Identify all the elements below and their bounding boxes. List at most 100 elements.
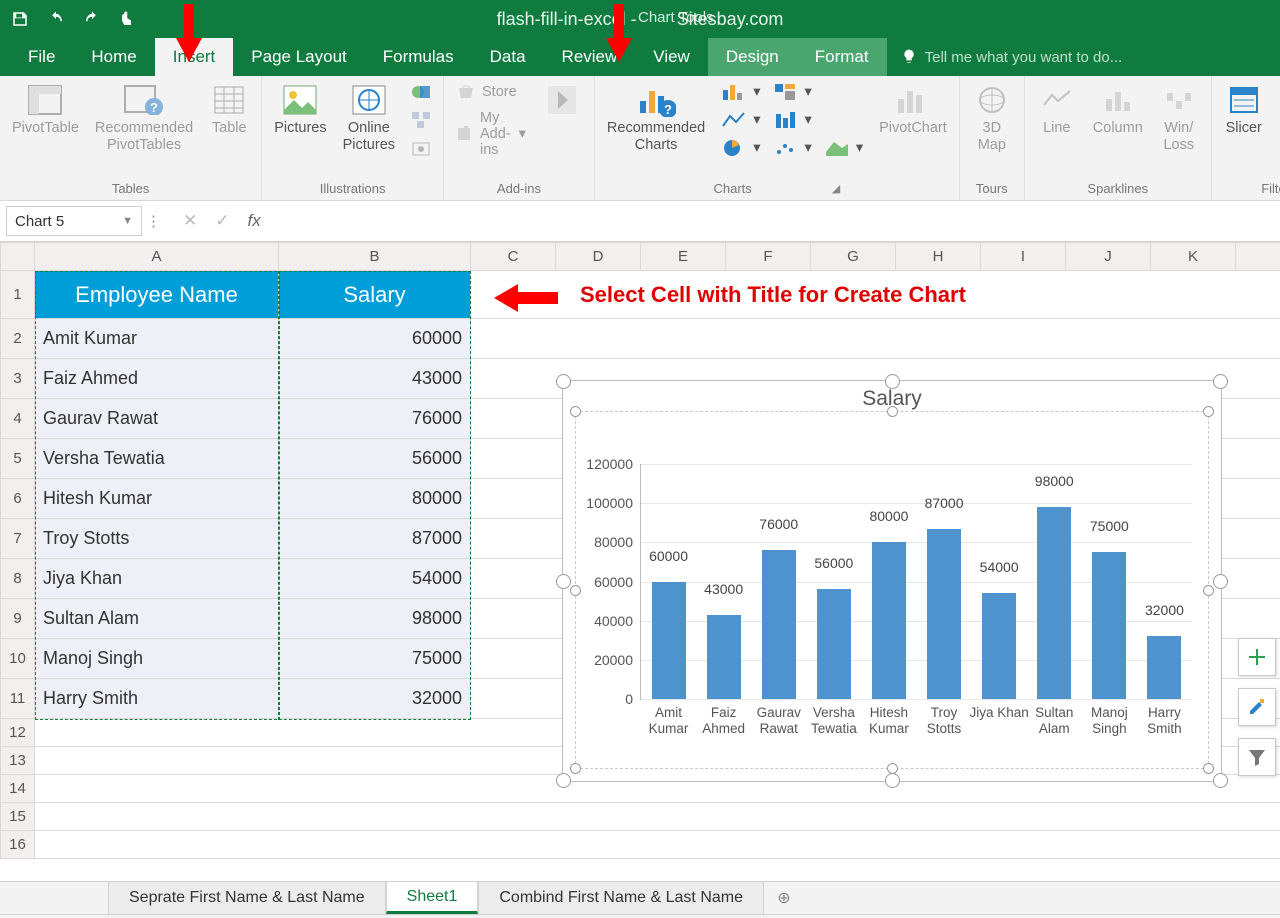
tab-pagelayout[interactable]: Page Layout: [233, 38, 364, 76]
chart-object[interactable]: Salary 020000400006000080000100000120000…: [562, 380, 1222, 782]
chart-col-dd[interactable]: ▾: [717, 80, 764, 104]
formula-split[interactable]: ⋮: [142, 212, 165, 230]
h-scroll[interactable]: [34, 859, 1280, 881]
chart-stat-dd[interactable]: ▾: [769, 108, 816, 132]
online-pictures-button[interactable]: Online Pictures: [339, 80, 399, 155]
enter-icon[interactable]: ✓: [215, 211, 229, 231]
shapes-button[interactable]: [407, 80, 435, 104]
col-header-E[interactable]: E: [641, 243, 726, 271]
qat-touch-icon[interactable]: [112, 5, 144, 33]
chart-pie-dd[interactable]: ▾: [717, 136, 764, 160]
tab-file[interactable]: File: [10, 38, 73, 76]
bar[interactable]: [1037, 507, 1071, 699]
cell-salary[interactable]: 60000: [279, 319, 471, 359]
col-header-A[interactable]: A: [35, 243, 279, 271]
bar[interactable]: [982, 593, 1016, 699]
formula-input[interactable]: [279, 206, 1280, 236]
pivottable-button[interactable]: PivotTable: [8, 80, 83, 139]
spark-column-button[interactable]: Column: [1089, 80, 1147, 139]
col-header-H[interactable]: H: [896, 243, 981, 271]
tables-group-label: Tables: [112, 181, 150, 200]
tab-format[interactable]: Format: [797, 38, 887, 76]
chart-line-dd[interactable]: ▾: [717, 108, 764, 132]
col-header-K[interactable]: K: [1151, 243, 1236, 271]
pivotchart-button[interactable]: PivotChart: [875, 80, 951, 139]
x-tick: Amit Kumar: [639, 699, 699, 736]
sheet-tab-2[interactable]: Sheet1: [386, 882, 479, 914]
timeline-button[interactable]: Timeline: [1276, 80, 1280, 139]
recommended-charts-button[interactable]: ? Recommended Charts: [603, 80, 709, 155]
chart-scatter-dd[interactable]: ▾: [769, 136, 816, 160]
qat-save-icon[interactable]: [4, 5, 36, 33]
qat-undo-icon[interactable]: [40, 5, 72, 33]
screenshot-button[interactable]: [407, 136, 435, 160]
tab-formulas[interactable]: Formulas: [365, 38, 472, 76]
col-header-C[interactable]: C: [471, 243, 556, 271]
qat-redo-icon[interactable]: [76, 5, 108, 33]
select-all[interactable]: [1, 243, 35, 271]
bar[interactable]: [817, 589, 851, 699]
chart-plus-button[interactable]: [1238, 638, 1276, 676]
bar[interactable]: [927, 529, 961, 699]
slicer-button[interactable]: Slicer: [1220, 80, 1268, 139]
spark-line-button[interactable]: Line: [1033, 80, 1081, 139]
bar[interactable]: [1147, 636, 1181, 699]
tab-view[interactable]: View: [635, 38, 708, 76]
sheet-tab-3[interactable]: Combind First Name & Last Name: [478, 882, 764, 914]
recommended-pivot-button[interactable]: ? Recommended PivotTables: [91, 80, 197, 155]
bar[interactable]: [762, 550, 796, 699]
new-sheet-button[interactable]: ⊕: [764, 882, 804, 914]
chart-plot-area[interactable]: 02000040000600008000010000012000060000Am…: [640, 464, 1192, 700]
smartart-button[interactable]: [407, 108, 435, 132]
col-header-F[interactable]: F: [726, 243, 811, 271]
col-header-G[interactable]: G: [811, 243, 896, 271]
tab-data[interactable]: Data: [472, 38, 544, 76]
3d-map-button[interactable]: 3D Map: [968, 80, 1016, 155]
globe-icon: [972, 82, 1012, 118]
sheet-tab-1[interactable]: Seprate First Name & Last Name: [108, 882, 386, 914]
col-header-I[interactable]: I: [981, 243, 1066, 271]
addins-icon: [456, 124, 474, 144]
name-box[interactable]: Chart 5 ▼: [6, 206, 142, 236]
sheet-tabs: Seprate First Name & Last Name Sheet1 Co…: [0, 881, 1280, 914]
x-tick: Harry Smith: [1134, 699, 1194, 736]
sparklines-group-label: Sparklines: [1087, 181, 1148, 200]
header-salary[interactable]: Salary: [279, 271, 471, 319]
col-header-J[interactable]: J: [1066, 243, 1151, 271]
charts-dialog-launcher[interactable]: ◢: [832, 182, 840, 195]
cell-name[interactable]: Amit Kumar: [35, 319, 279, 359]
spark-winloss-button[interactable]: Win/ Loss: [1155, 80, 1203, 155]
y-tick: 20000: [594, 652, 641, 668]
tab-review[interactable]: Review: [544, 38, 636, 76]
bar[interactable]: [652, 582, 686, 700]
smartart-icon: [411, 110, 431, 130]
cancel-icon[interactable]: ✕: [183, 211, 197, 231]
pictures-button[interactable]: Pictures: [270, 80, 330, 139]
bing-maps-button[interactable]: [538, 80, 586, 120]
chart-hier-dd[interactable]: ▾: [769, 80, 816, 104]
tab-design[interactable]: Design: [708, 38, 797, 76]
shapes-icon: [411, 82, 431, 102]
row-header-1[interactable]: 1: [1, 271, 35, 319]
chart-filter-button[interactable]: [1238, 738, 1276, 776]
tab-home[interactable]: Home: [73, 38, 154, 76]
bar[interactable]: [707, 615, 741, 699]
col-header-B[interactable]: B: [279, 243, 471, 271]
header-name[interactable]: Employee Name: [35, 271, 279, 319]
tab-insert[interactable]: Insert: [155, 38, 234, 76]
bar[interactable]: [1092, 552, 1126, 699]
bar-label: 54000: [980, 559, 1019, 575]
chart-brush-button[interactable]: [1238, 688, 1276, 726]
store-button[interactable]: Store: [452, 80, 530, 104]
y-tick: 100000: [586, 495, 641, 511]
fx-icon[interactable]: fx: [248, 211, 261, 231]
bar[interactable]: [872, 542, 906, 699]
my-addins-button[interactable]: My Add-ins ▾: [452, 108, 530, 160]
col-header-D[interactable]: D: [556, 243, 641, 271]
svg-text:?: ?: [664, 102, 672, 117]
pictures-icon: [280, 82, 320, 118]
pivotchart-icon: [893, 82, 933, 118]
tell-me-box[interactable]: Tell me what you want to do...: [887, 38, 1280, 76]
table-button[interactable]: Table: [205, 80, 253, 139]
chart-surface-dd[interactable]: ▾: [820, 136, 867, 160]
